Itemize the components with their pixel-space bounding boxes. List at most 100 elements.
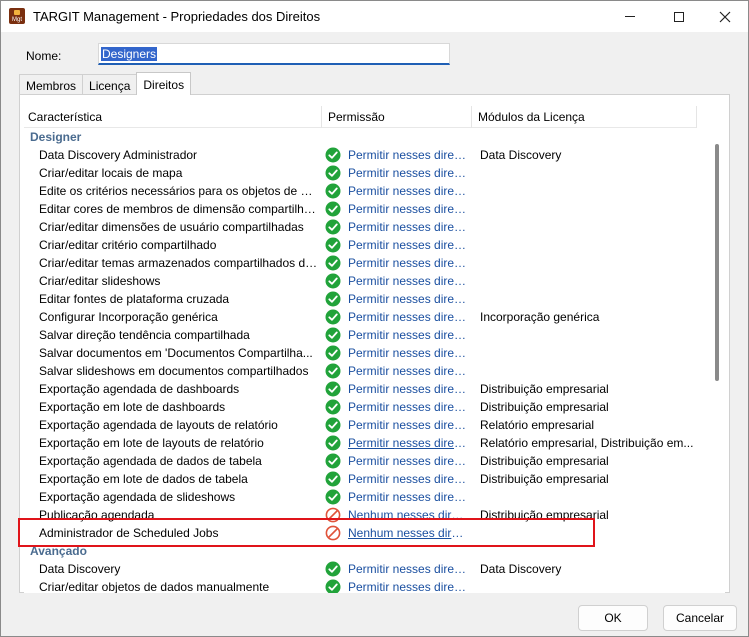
permission-link[interactable]: Permitir nesses direit...	[348, 578, 468, 593]
rights-row[interactable]: Exportação agendada de layouts de relató…	[24, 416, 696, 434]
permission-link[interactable]: Permitir nesses direit...	[348, 416, 468, 434]
close-icon	[719, 11, 731, 22]
name-field[interactable]: Designers	[98, 43, 450, 65]
rights-row[interactable]: Criar/editar dimensões de usuário compar…	[24, 218, 696, 236]
permission-cell[interactable]: Permitir nesses direit...	[325, 146, 475, 164]
permission-cell[interactable]: Permitir nesses direit...	[325, 200, 475, 218]
permission-cell[interactable]: Permitir nesses direit...	[325, 164, 475, 182]
permission-link[interactable]: Permitir nesses direit...	[348, 452, 468, 470]
ok-button[interactable]: OK	[578, 605, 648, 631]
permission-link[interactable]: Permitir nesses direit...	[348, 344, 468, 362]
permission-link[interactable]: Permitir nesses direit...	[348, 290, 468, 308]
rights-row[interactable]: Criar/editar objetos de dados manualment…	[24, 578, 696, 593]
permission-cell[interactable]: Permitir nesses direit...	[325, 218, 475, 236]
rights-row[interactable]: Criar/editar locais de mapa Permitir ness…	[24, 164, 696, 182]
rights-row[interactable]: Data Discovery Administrador Permitir nes…	[24, 146, 696, 164]
permission-link[interactable]: Nenhum nesses direit...	[348, 506, 468, 524]
permission-link[interactable]: Permitir nesses direit...	[348, 236, 468, 254]
permission-cell[interactable]: Nenhum nesses direit...	[325, 506, 475, 524]
permission-link[interactable]: Permitir nesses direit...	[348, 362, 468, 380]
permission-link[interactable]: Permitir nesses direit...	[348, 488, 468, 506]
rights-row[interactable]: Administrador de Scheduled Jobs Nenhum ne…	[24, 524, 696, 542]
permission-cell[interactable]: Nenhum nesses direi...	[325, 524, 475, 542]
permission-link[interactable]: Permitir nesses direit...	[348, 560, 468, 578]
maximize-button[interactable]	[656, 1, 702, 32]
rights-row[interactable]: Salvar slideshows em documentos comparti…	[24, 362, 696, 380]
rights-row[interactable]: Salvar direção tendência compartilhada Pe…	[24, 326, 696, 344]
rights-row[interactable]: Configurar Incorporação genérica Permitir…	[24, 308, 696, 326]
check-circle-icon	[325, 399, 341, 415]
minimize-button[interactable]	[607, 1, 653, 32]
group-header[interactable]: Designer	[24, 128, 696, 146]
permission-cell[interactable]: Permitir nesses direit...	[325, 272, 475, 290]
permission-cell[interactable]: Permitir nesses direit...	[325, 416, 475, 434]
permission-cell[interactable]: Permitir nesses direit...	[325, 434, 475, 452]
scrollbar-thumb[interactable]	[715, 144, 719, 381]
rights-row[interactable]: Publicação agendada Nenhum nesses direit.…	[24, 506, 696, 524]
tab-rights[interactable]: Direitos	[136, 72, 192, 95]
column-divider[interactable]	[321, 106, 322, 128]
permission-link[interactable]: Permitir nesses direit...	[348, 470, 468, 488]
permission-cell[interactable]: Permitir nesses direit...	[325, 578, 475, 593]
permission-link[interactable]: Permitir nesses direit...	[348, 326, 468, 344]
rights-row[interactable]: Exportação em lote de layouts de relatór…	[24, 434, 696, 452]
rights-row[interactable]: Exportação em lote de dashboards Permitir…	[24, 398, 696, 416]
permission-cell[interactable]: Permitir nesses direit...	[325, 236, 475, 254]
permission-cell[interactable]: Permitir nesses direit...	[325, 470, 475, 488]
column-header-feature[interactable]: Característica	[28, 110, 102, 124]
permission-link[interactable]: Permitir nesses direit...	[348, 272, 468, 290]
close-button[interactable]	[702, 1, 748, 32]
permission-link[interactable]: Permitir nesses direit...	[348, 218, 468, 236]
rights-row[interactable]: Exportação em lote de dados de tabela Per…	[24, 470, 696, 488]
permission-link[interactable]: Permitir nesses direit...	[348, 254, 468, 272]
rights-list[interactable]: Característica Permissão Módulos da Lice…	[24, 106, 725, 593]
feature-name: Editar cores de membros de dimensão comp…	[39, 202, 319, 216]
permission-cell[interactable]: Permitir nesses direit...	[325, 344, 475, 362]
rights-row[interactable]: Editar fontes de plataforma cruzada Permi…	[24, 290, 696, 308]
rights-row[interactable]: Criar/editar slideshows Permitir nesses d…	[24, 272, 696, 290]
permission-cell[interactable]: Permitir nesses direit...	[325, 560, 475, 578]
permission-link[interactable]: Permitir nesses direit...	[348, 200, 468, 218]
permission-link[interactable]: Nenhum nesses direi...	[348, 524, 468, 542]
permission-link[interactable]: Permitir nesses direit...	[348, 182, 468, 200]
permission-cell[interactable]: Permitir nesses direit...	[325, 398, 475, 416]
permission-cell[interactable]: Permitir nesses direit...	[325, 182, 475, 200]
permission-link[interactable]: Permitir nesses direit...	[348, 146, 468, 164]
cancel-button[interactable]: Cancelar	[663, 605, 737, 631]
license-modules: Data Discovery	[480, 148, 562, 162]
permission-cell[interactable]: Permitir nesses direit...	[325, 488, 475, 506]
rights-row[interactable]: Data Discovery Permitir nesses direit... D…	[24, 560, 696, 578]
permission-cell[interactable]: Permitir nesses direit...	[325, 452, 475, 470]
column-divider[interactable]	[471, 106, 472, 128]
permission-link[interactable]: Permitir nesses direit...	[348, 164, 468, 182]
column-divider[interactable]	[696, 106, 697, 128]
rights-row[interactable]: Salvar documentos em 'Documentos Compart…	[24, 344, 696, 362]
rights-row[interactable]: Exportação agendada de slideshows Permiti…	[24, 488, 696, 506]
permission-cell[interactable]: Permitir nesses direit...	[325, 380, 475, 398]
rights-row[interactable]: Editar cores de membros de dimensão comp…	[24, 200, 696, 218]
feature-name: Salvar direção tendência compartilhada	[39, 328, 250, 342]
permission-link[interactable]: Permitir nesses direit...	[348, 398, 468, 416]
rights-row[interactable]: Edite os critérios necessários para os o…	[24, 182, 696, 200]
tab-members[interactable]: Membros	[19, 74, 84, 95]
prohibited-icon	[325, 525, 341, 541]
rights-row[interactable]: Exportação agendada de dados de tabela Pe…	[24, 452, 696, 470]
feature-name: Salvar slideshows em documentos comparti…	[39, 364, 309, 378]
vertical-scrollbar[interactable]	[711, 128, 723, 593]
group-header[interactable]: Avançado	[24, 542, 696, 560]
permission-cell[interactable]: Permitir nesses direit...	[325, 308, 475, 326]
permission-link[interactable]: Permitir nesses direit...	[348, 308, 468, 326]
permission-cell[interactable]: Permitir nesses direit...	[325, 362, 475, 380]
tab-license[interactable]: Licença	[82, 74, 138, 95]
rights-row[interactable]: Criar/editar critério compartilhado Permi…	[24, 236, 696, 254]
permission-link[interactable]: Permitir nesses direit...	[348, 380, 468, 398]
column-header-permission[interactable]: Permissão	[328, 110, 385, 124]
permission-cell[interactable]: Permitir nesses direit...	[325, 254, 475, 272]
column-header-license-modules[interactable]: Módulos da Licença	[478, 110, 585, 124]
rights-row[interactable]: Criar/editar temas armazenados compartil…	[24, 254, 696, 272]
feature-name: Criar/editar objetos de dados manualment…	[39, 580, 270, 593]
permission-cell[interactable]: Permitir nesses direit...	[325, 326, 475, 344]
permission-link[interactable]: Permitir nesses direit...	[348, 434, 468, 452]
permission-cell[interactable]: Permitir nesses direit...	[325, 290, 475, 308]
rights-row[interactable]: Exportação agendada de dashboards Permiti…	[24, 380, 696, 398]
